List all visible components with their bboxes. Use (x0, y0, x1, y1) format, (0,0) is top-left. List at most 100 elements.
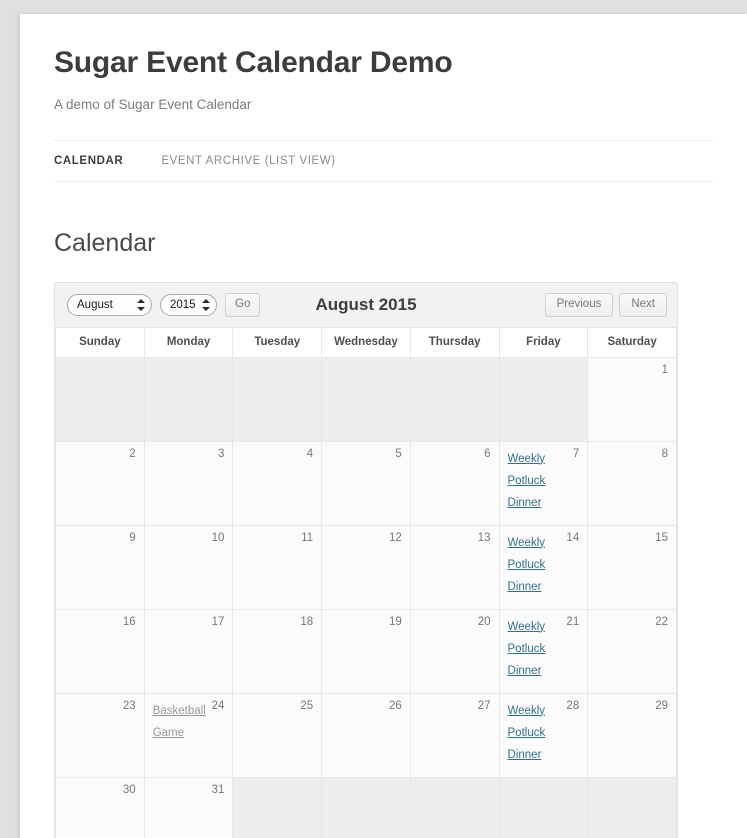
next-month-button[interactable]: Next (619, 293, 667, 317)
day-number: 25 (300, 699, 314, 712)
event-link[interactable]: Weekly Potluck Dinner (508, 453, 546, 509)
weekday-header-monday: Monday (143, 328, 234, 358)
day-number: 11 (301, 531, 314, 544)
day-number: 31 (211, 783, 225, 796)
event-list: Basketball Game (153, 700, 206, 744)
calendar-table: Sunday Monday Tuesday Wednesday Thursday Frid… (55, 328, 677, 838)
year-select-value: 2015 (170, 299, 196, 311)
calendar-cell-empty (321, 356, 411, 442)
weekday-header-tuesday: Tuesday (232, 328, 323, 358)
event-list: Weekly Potluck Dinner (508, 616, 560, 682)
event-link[interactable]: Basketball Game (153, 705, 206, 739)
day-number: 14 (566, 531, 580, 544)
day-number: 2 (129, 447, 136, 460)
day-number: 21 (566, 615, 580, 628)
calendar-cell-day-18: 18 (232, 608, 323, 694)
calendar-cell-empty (232, 776, 323, 838)
day-number: 6 (484, 447, 491, 460)
content-sheet: Sugar Event Calendar Demo A demo of Suga… (20, 14, 747, 838)
calendar-cell-day-30: 30 (55, 776, 145, 838)
calendar-cell-day-10: 10 (143, 524, 234, 610)
day-number: 16 (122, 615, 136, 628)
event-link[interactable]: Weekly Potluck Dinner (508, 537, 546, 593)
event-link[interactable]: Weekly Potluck Dinner (508, 705, 546, 761)
calendar-cell-day-1: 1 (587, 356, 677, 442)
day-number: 18 (300, 615, 314, 628)
day-number: 15 (655, 531, 668, 544)
calendar-cell-day-4: 4 (232, 440, 323, 526)
month-select[interactable]: August (67, 294, 152, 316)
calendar-cell-day-24: 24 Basketball Game (143, 692, 234, 778)
weekday-header-friday: Friday (498, 328, 589, 358)
calendar-cell-day-2: 2 (55, 440, 145, 526)
go-button[interactable]: Go (225, 293, 261, 317)
calendar-cell-empty (55, 356, 145, 442)
calendar-week-row: 9 10 11 12 13 14 Weekly Potluck Dinner 15 (55, 524, 677, 610)
weekday-header-row: Sunday Monday Tuesday Wednesday Thursday Frid… (55, 328, 677, 358)
calendar-toolbar: August 2015 Go August 2015 Previous Next (55, 283, 677, 328)
calendar-cell-day-26: 26 (321, 692, 411, 778)
stepper-arrows-icon (202, 298, 210, 312)
day-number: 24 (211, 699, 225, 712)
stepper-arrows-icon (137, 298, 145, 312)
nav-item-event-archive[interactable]: EVENT ARCHIVE (LIST VIEW) (161, 141, 335, 181)
weekday-header-thursday: Thursday (409, 328, 500, 358)
calendar-cell-day-25: 25 (232, 692, 323, 778)
previous-month-button[interactable]: Previous (544, 293, 614, 317)
nav-item-calendar[interactable]: CALENDAR (54, 141, 123, 181)
event-list-item: Weekly Potluck Dinner (508, 448, 560, 514)
calendar-week-row: 2 3 4 5 6 7 Weekly Potluck Dinner 8 (55, 440, 677, 526)
day-number: 10 (211, 531, 225, 544)
calendar-cell-day-21: 21 Weekly Potluck Dinner (498, 608, 589, 694)
calendar-cell-empty (498, 356, 589, 442)
calendar-cell-day-9: 9 (55, 524, 145, 610)
calendar-widget: August 2015 Go August 2015 Previous Next… (54, 282, 678, 838)
calendar-cell-empty (232, 356, 323, 442)
calendar-cell-day-12: 12 (321, 524, 411, 610)
day-number: 19 (389, 615, 402, 628)
calendar-navigation: Previous Next (544, 293, 667, 317)
day-number: 13 (477, 531, 491, 544)
calendar-cell-day-23: 23 (55, 692, 145, 778)
calendar-week-row: 16 17 18 19 20 21 Weekly Potluck Dinner 22 (55, 608, 677, 694)
weekday-header-wednesday: Wednesday (321, 328, 411, 358)
page-title: Calendar (54, 229, 156, 257)
calendar-cell-day-11: 11 (232, 524, 323, 610)
calendar-cell-day-28: 28 Weekly Potluck Dinner (498, 692, 589, 778)
calendar-body: 1 2 3 4 5 6 7 Weekly Potluck Dinner 8 9 10 11 12 13 14… (55, 356, 677, 838)
day-number: 12 (389, 531, 402, 544)
day-number: 22 (655, 615, 668, 628)
calendar-cell-empty (498, 776, 589, 838)
calendar-head: Sunday Monday Tuesday Wednesday Thursday Frid… (55, 328, 677, 358)
calendar-week-row: 1 (55, 356, 677, 442)
calendar-cell-day-20: 20 (409, 608, 500, 694)
event-list-item: Basketball Game (153, 700, 206, 744)
day-number: 23 (122, 699, 136, 712)
calendar-cell-day-6: 6 (409, 440, 500, 526)
calendar-cell-day-5: 5 (321, 440, 411, 526)
day-number: 5 (395, 447, 402, 460)
calendar-cell-empty (321, 776, 411, 838)
day-number: 17 (211, 615, 225, 628)
calendar-cell-empty (143, 356, 234, 442)
calendar-cell-day-22: 22 (587, 608, 677, 694)
day-number: 7 (572, 447, 580, 460)
weekday-header-saturday: Saturday (587, 328, 677, 358)
calendar-cell-day-17: 17 (143, 608, 234, 694)
year-select[interactable]: 2015 (160, 294, 217, 316)
calendar-cell-empty (587, 776, 677, 838)
calendar-cell-day-15: 15 (587, 524, 677, 610)
event-list: Weekly Potluck Dinner (508, 700, 560, 766)
event-list-item: Weekly Potluck Dinner (508, 532, 560, 598)
calendar-week-row: 30 31 (55, 776, 677, 838)
calendar-cell-empty (409, 356, 500, 442)
event-list-item: Weekly Potluck Dinner (508, 616, 560, 682)
event-link[interactable]: Weekly Potluck Dinner (508, 621, 546, 677)
site-description: A demo of Sugar Event Calendar (54, 97, 252, 112)
day-number: 29 (655, 699, 668, 712)
calendar-cell-day-19: 19 (321, 608, 411, 694)
calendar-cell-day-31: 31 (143, 776, 234, 838)
day-number: 8 (661, 447, 668, 460)
day-number: 27 (477, 699, 491, 712)
day-number: 1 (661, 363, 668, 376)
